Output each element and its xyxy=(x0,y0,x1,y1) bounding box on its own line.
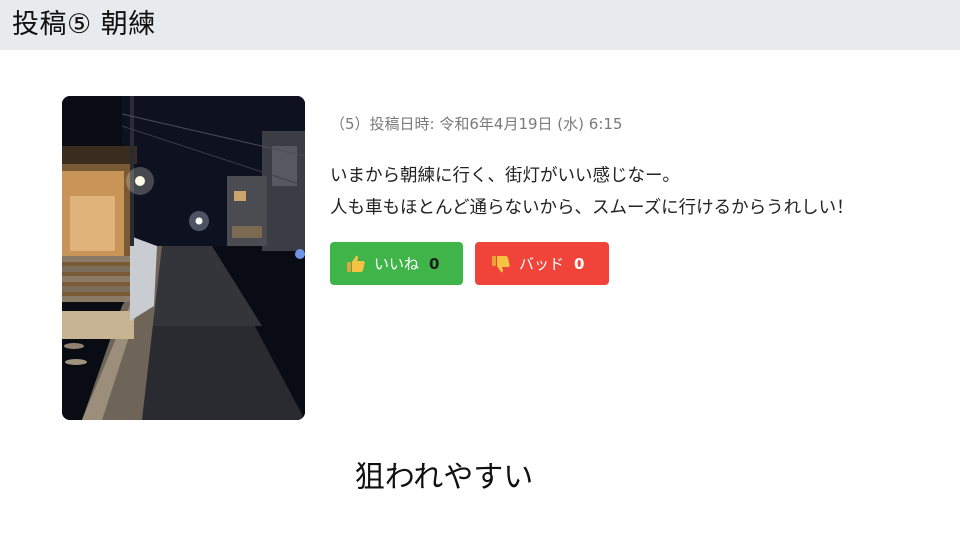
like-button[interactable]: いいね 0 xyxy=(330,242,463,285)
like-count: 0 xyxy=(429,254,440,273)
slide-caption: 狙われやすい xyxy=(354,460,534,495)
post-body-line: いまから朝練に行く、街灯がいい感じなー。 xyxy=(330,166,680,186)
bad-label: バッド xyxy=(519,255,565,273)
post-photo xyxy=(62,96,305,420)
thumbs-up-icon xyxy=(346,254,368,274)
post-meta: （5）投稿日時: 令和6年4月19日 (水) 6:15 xyxy=(330,115,623,133)
bad-button[interactable]: バッド 0 xyxy=(475,242,609,285)
page-title: 投稿⑤ 朝練 xyxy=(12,9,156,40)
post-body: いまから朝練に行く、街灯がいい感じなー。 人も車もほとんど通らないから、スムーズ… xyxy=(330,160,930,224)
bad-count: 0 xyxy=(574,254,585,273)
like-label: いいね xyxy=(374,255,420,273)
thumbs-down-icon xyxy=(491,254,513,274)
post-body-line: 人も車もほとんど通らないから、スムーズに行けるからうれしい！ xyxy=(330,198,854,218)
title-bar: 投稿⑤ 朝練 xyxy=(0,0,960,50)
